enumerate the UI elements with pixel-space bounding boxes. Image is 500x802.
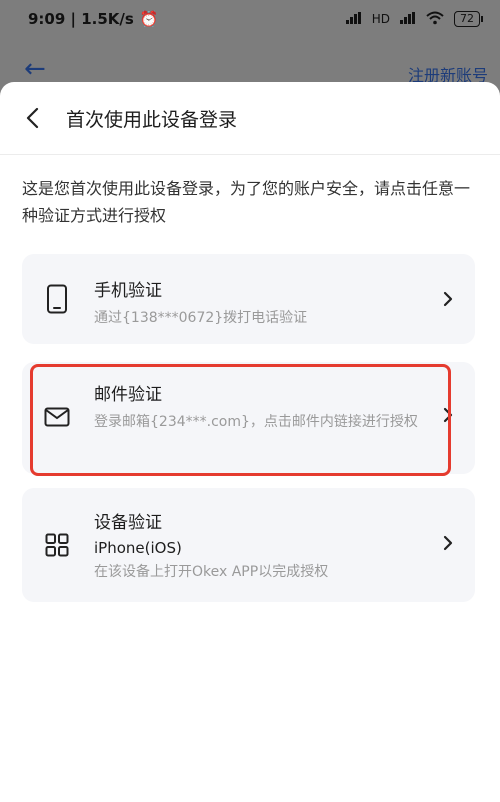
device-option-device: iPhone(iOS) (94, 539, 182, 557)
email-verification-option[interactable]: 邮件验证 登录邮箱{234***.com}，点击邮件内链接进行授权 (22, 362, 475, 474)
battery-icon: 72 (454, 11, 483, 27)
wifi-icon (426, 11, 444, 28)
device-verification-option[interactable]: 设备验证 iPhone(iOS) 在该设备上打开Okex APP以完成授权 (22, 488, 475, 602)
background-back-arrow-icon[interactable]: ← (24, 56, 46, 82)
phone-verification-option[interactable]: 手机验证 通过{138***0672}拨打电话验证 (22, 254, 475, 344)
phone-icon (44, 284, 70, 314)
back-button[interactable] (8, 94, 56, 142)
grid-icon (44, 530, 70, 560)
sheet-title: 首次使用此设备登录 (66, 108, 238, 131)
email-option-content: 邮件验证 登录邮箱{234***.com}，点击邮件内链接进行授权 (94, 380, 429, 433)
chevron-right-icon (443, 288, 453, 312)
status-right: HD 72 (345, 11, 483, 28)
device-option-content: 设备验证 iPhone(iOS) 在该设备上打开Okex APP以完成授权 (94, 508, 429, 583)
chevron-left-icon (26, 107, 39, 129)
phone-option-content: 手机验证 通过{138***0672}拨打电话验证 (94, 276, 429, 329)
verification-sheet: 首次使用此设备登录 这是您首次使用此设备登录，为了您的账户安全，请点击任意一种验… (0, 82, 500, 802)
phone-option-title: 手机验证 (94, 281, 162, 301)
email-option-title: 邮件验证 (94, 385, 162, 405)
phone-option-subtitle: 通过{138***0672}拨打电话验证 (94, 310, 308, 326)
chevron-right-icon (443, 404, 453, 428)
alarm-icon: ⏰ (139, 10, 159, 28)
mail-icon (44, 402, 70, 432)
email-option-subtitle: 登录邮箱{234***.com}，点击邮件内链接进行授权 (94, 414, 418, 430)
device-option-subtitle: 在该设备上打开Okex APP以完成授权 (94, 564, 329, 580)
signal-icon-2 (400, 11, 416, 27)
sheet-header: 首次使用此设备登录 (0, 82, 500, 155)
page: 9:09 | 1.5K/s ⏰ HD 72 ← 注册新账号 首次使用此设备登录 (0, 0, 500, 802)
chevron-right-icon (443, 532, 453, 556)
sheet-description: 这是您首次使用此设备登录，为了您的账户安全，请点击任意一种验证方式进行授权 (22, 179, 471, 225)
device-option-title: 设备验证 (94, 513, 162, 533)
network-type: HD (371, 12, 390, 26)
status-left: 9:09 | 1.5K/s ⏰ (28, 10, 159, 28)
status-time: 9:09 | 1.5K/s (28, 10, 134, 28)
signal-icon (345, 11, 362, 27)
status-bar: 9:09 | 1.5K/s ⏰ HD 72 (0, 0, 500, 38)
